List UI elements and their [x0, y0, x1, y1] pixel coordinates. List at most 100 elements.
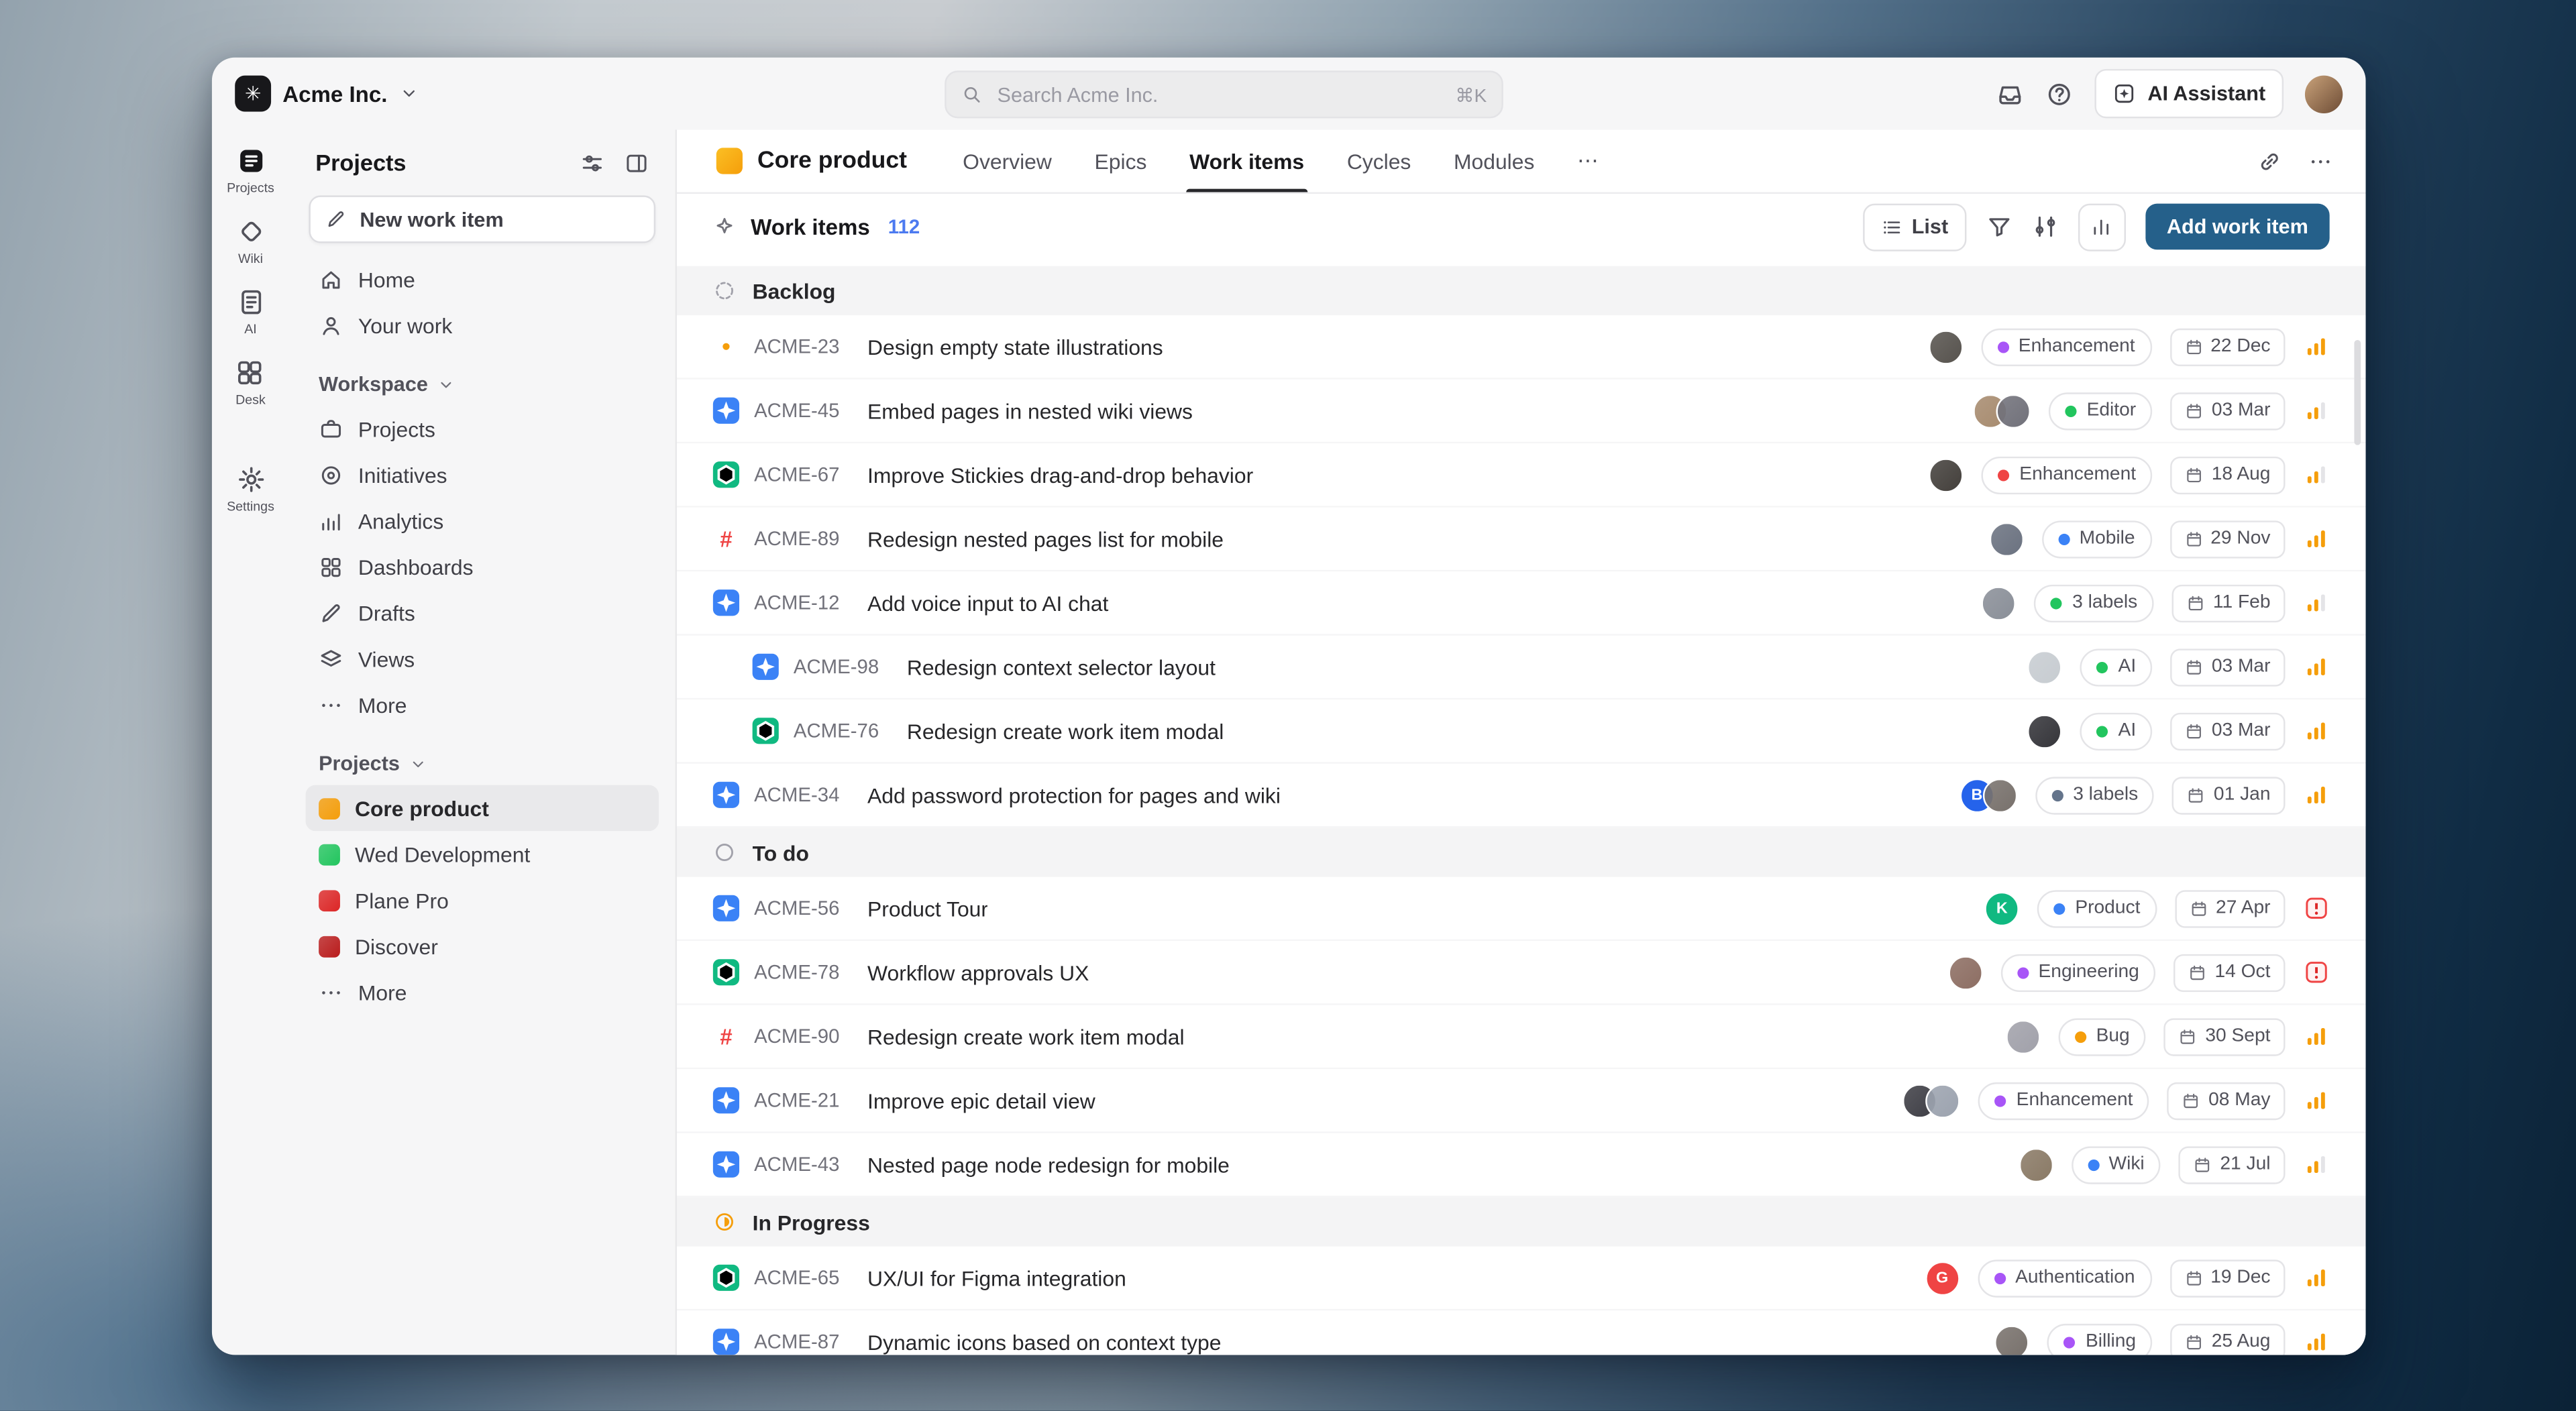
label-pill[interactable]: Wiki: [2071, 1145, 2161, 1183]
rail-item-wiki[interactable]: Wiki: [235, 217, 265, 266]
work-item-row[interactable]: ACME-98Redesign context selector layoutA…: [677, 636, 2366, 700]
label-pill[interactable]: Authentication: [1978, 1259, 2151, 1296]
priority-bars-icon[interactable]: [2303, 1329, 2329, 1355]
work-item-row[interactable]: ACME-65UX/UI for Figma integrationGAuthe…: [677, 1247, 2366, 1311]
label-pill[interactable]: Billing: [2048, 1323, 2153, 1355]
work-item-row[interactable]: ACME-34Add password protection for pages…: [677, 764, 2366, 828]
work-item-row[interactable]: ACME-21Improve epic detail viewEnhanceme…: [677, 1069, 2366, 1133]
rail-item-desk[interactable]: Desk: [235, 358, 266, 407]
work-item-row[interactable]: ACME-23Design empty state illustrationsE…: [677, 315, 2366, 380]
priority-bars-icon[interactable]: [2303, 654, 2329, 680]
more-options-icon[interactable]: [2308, 149, 2333, 174]
assignee-avatars[interactable]: [2028, 714, 2062, 748]
assignee-avatars[interactable]: [2028, 650, 2062, 684]
sidebar-item-home[interactable]: Home: [306, 256, 659, 302]
work-item-row[interactable]: ACME-45Embed pages in nested wiki viewsE…: [677, 380, 2366, 444]
sidebar-section-projects[interactable]: Projects: [306, 742, 659, 785]
display-settings-icon[interactable]: [2032, 213, 2058, 239]
label-pill[interactable]: Editor: [2049, 392, 2152, 429]
search-input[interactable]: [994, 81, 1444, 107]
priority-bars-icon[interactable]: [2303, 398, 2329, 424]
work-item-row[interactable]: ACME-78Workflow approvals UXEngineering1…: [677, 941, 2366, 1005]
assignee-avatars[interactable]: [1928, 329, 1962, 363]
due-date-pill[interactable]: 03 Mar: [2171, 712, 2286, 750]
label-pill[interactable]: Enhancement: [1982, 456, 2153, 494]
priority-bars-icon[interactable]: [2303, 782, 2329, 808]
scrollbar-thumb[interactable]: [2354, 340, 2361, 445]
assignee-avatars[interactable]: [2006, 1019, 2040, 1054]
tab-overview[interactable]: Overview: [963, 129, 1052, 192]
priority-bars-icon[interactable]: [2303, 461, 2329, 488]
ai-assistant-button[interactable]: AI Assistant: [2095, 69, 2284, 118]
sidebar-item-plane-pro[interactable]: Plane Pro: [306, 877, 659, 923]
due-date-pill[interactable]: 25 Aug: [2171, 1323, 2286, 1355]
priority-bars-icon[interactable]: [2303, 1087, 2329, 1113]
work-item-row[interactable]: #ACME-90Redesign create work item modalB…: [677, 1005, 2366, 1070]
sidebar-item-projects[interactable]: Projects: [306, 406, 659, 452]
due-date-pill[interactable]: 30 Sept: [2164, 1017, 2285, 1055]
assignee-avatars[interactable]: [1982, 585, 2016, 620]
assignee-avatars[interactable]: [2019, 1147, 2053, 1182]
label-pill[interactable]: Product: [2037, 889, 2157, 927]
work-item-row[interactable]: ACME-12Add voice input to AI chat3 label…: [677, 571, 2366, 636]
filter-icon[interactable]: [1986, 213, 2012, 239]
tab-modules[interactable]: Modules: [1454, 129, 1534, 192]
user-avatar[interactable]: [2305, 74, 2343, 112]
sidebar-item-analytics[interactable]: Analytics: [306, 498, 659, 544]
sidebar-item-core-product[interactable]: Core product: [306, 785, 659, 832]
inbox-icon[interactable]: [1996, 80, 2025, 108]
work-item-row[interactable]: ACME-67Improve Stickies drag-and-drop be…: [677, 443, 2366, 508]
sidebar-item-initiatives[interactable]: Initiatives: [306, 451, 659, 498]
sidebar-item-wed-development[interactable]: Wed Development: [306, 831, 659, 877]
assignee-avatars[interactable]: B: [1960, 778, 2017, 812]
label-pill[interactable]: AI: [2080, 648, 2152, 685]
due-date-pill[interactable]: 27 Apr: [2175, 889, 2286, 927]
work-item-row[interactable]: ACME-87Dynamic icons based on context ty…: [677, 1310, 2366, 1355]
tab-epics[interactable]: Epics: [1095, 129, 1147, 192]
label-pill[interactable]: Bug: [2058, 1017, 2146, 1055]
priority-bars-icon[interactable]: [2303, 526, 2329, 552]
label-pill[interactable]: Engineering: [2000, 954, 2155, 991]
sidebar-item-views[interactable]: Views: [306, 636, 659, 682]
global-search[interactable]: ⌘K: [945, 70, 1503, 118]
sidebar-item-your-work[interactable]: Your work: [306, 302, 659, 349]
rail-item-projects[interactable]: Projects: [227, 146, 274, 195]
due-date-pill[interactable]: 14 Oct: [2174, 954, 2285, 991]
group-header-in-progress[interactable]: In Progress: [677, 1197, 2366, 1246]
due-date-pill[interactable]: 03 Mar: [2171, 392, 2286, 429]
due-date-pill[interactable]: 29 Nov: [2169, 520, 2286, 557]
sidebar-section-workspace[interactable]: Workspace: [306, 363, 659, 406]
tab--[interactable]: ⋯: [1577, 129, 1599, 192]
help-icon[interactable]: [2046, 80, 2074, 108]
tab-work-items[interactable]: Work items: [1189, 129, 1304, 192]
assignee-avatars[interactable]: [1974, 394, 2031, 428]
sliders-icon[interactable]: [580, 150, 604, 175]
group-header-backlog[interactable]: Backlog: [677, 266, 2366, 315]
assignee-avatars[interactable]: [1989, 522, 2023, 556]
label-pill[interactable]: AI: [2080, 712, 2152, 750]
due-date-pill[interactable]: 01 Jan: [2173, 776, 2286, 813]
rail-item-settings[interactable]: Settings: [227, 465, 274, 514]
panel-toggle-icon[interactable]: [625, 150, 649, 175]
priority-bars-icon[interactable]: [2303, 333, 2329, 359]
sidebar-item-more[interactable]: More: [306, 681, 659, 728]
assignee-avatars[interactable]: K: [1985, 891, 2019, 925]
label-pill[interactable]: Enhancement: [1980, 328, 2151, 365]
analytics-button[interactable]: [2078, 203, 2126, 250]
copy-link-icon[interactable]: [2257, 149, 2282, 174]
assignee-avatars[interactable]: [1995, 1324, 2029, 1355]
priority-bars-icon[interactable]: [2303, 1023, 2329, 1050]
work-item-row[interactable]: ACME-56Product TourKProduct27 Apr: [677, 877, 2366, 942]
priority-bars-icon[interactable]: [2303, 589, 2329, 616]
label-pill[interactable]: 3 labels: [2035, 584, 2154, 622]
add-work-item-button[interactable]: Add work item: [2145, 204, 2330, 250]
assignee-avatars[interactable]: [1929, 457, 1964, 492]
assignee-avatars[interactable]: [1903, 1083, 1961, 1117]
group-header-to-do[interactable]: To do: [677, 828, 2366, 877]
due-date-pill[interactable]: 19 Dec: [2169, 1259, 2286, 1296]
workspace-switcher[interactable]: ✳ Acme Inc.: [235, 76, 419, 112]
due-date-pill[interactable]: 22 Dec: [2169, 328, 2286, 365]
priority-bars-icon[interactable]: [2303, 1151, 2329, 1178]
sidebar-item-more[interactable]: More: [306, 969, 659, 1015]
work-item-row[interactable]: #ACME-89Redesign nested pages list for m…: [677, 508, 2366, 572]
